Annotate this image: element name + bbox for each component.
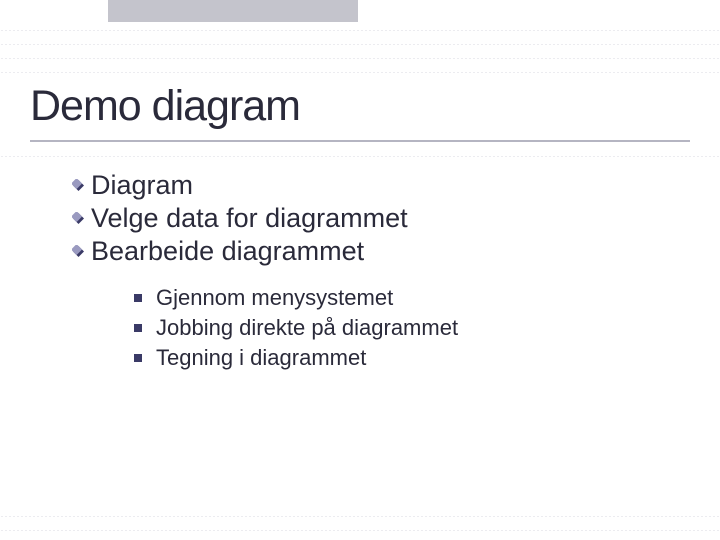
decorative-dotted-line (0, 72, 720, 73)
decorative-dotted-line (0, 30, 720, 31)
sub-list: Gjennom menysystemet Jobbing direkte på … (134, 285, 458, 371)
decorative-dotted-line (0, 530, 720, 531)
decorative-dotted-line (0, 156, 720, 157)
list-item-text: Diagram (91, 170, 193, 201)
decorative-dotted-line (0, 44, 720, 45)
slide-title: Demo diagram (30, 82, 300, 131)
decorative-dotted-line (0, 516, 720, 517)
list-item: Diagram (72, 170, 458, 201)
list-item: Bearbeide diagrammet (72, 236, 458, 267)
list-item-text: Gjennom menysystemet (156, 285, 393, 311)
square-bullet-icon (134, 294, 142, 302)
content-body: Diagram Velge data for diagrammet Bearbe… (72, 170, 458, 375)
decorative-dotted-line (0, 58, 720, 59)
list-item-text: Bearbeide diagrammet (91, 236, 364, 267)
list-item: Jobbing direkte på diagrammet (134, 315, 458, 341)
list-item: Gjennom menysystemet (134, 285, 458, 311)
list-item: Tegning i diagrammet (134, 345, 458, 371)
square-bullet-icon (134, 354, 142, 362)
diamond-bullet-icon (72, 212, 85, 225)
list-item-text: Velge data for diagrammet (91, 203, 408, 234)
decorative-top-bar (108, 0, 358, 22)
list-item: Velge data for diagrammet (72, 203, 458, 234)
title-underline (30, 140, 690, 142)
list-item-text: Jobbing direkte på diagrammet (156, 315, 458, 341)
list-item-text: Tegning i diagrammet (156, 345, 366, 371)
diamond-bullet-icon (72, 245, 85, 258)
square-bullet-icon (134, 324, 142, 332)
diamond-bullet-icon (72, 179, 85, 192)
